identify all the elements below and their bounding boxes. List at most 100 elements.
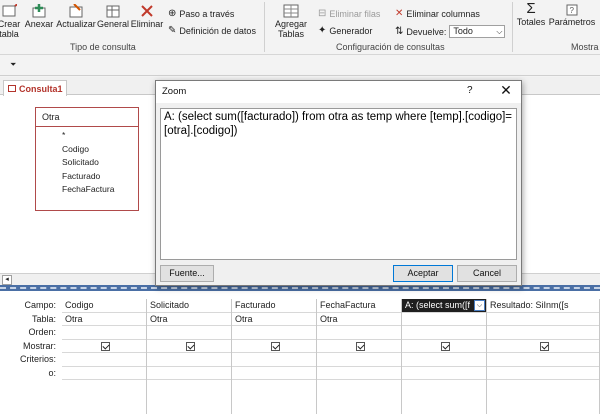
scroll-left-icon[interactable]: ◂ [2, 275, 12, 285]
criterios-cell[interactable] [232, 353, 316, 367]
grid-column: FechaFactura Otra [317, 299, 402, 414]
o-cell[interactable] [317, 367, 401, 380]
mostrar-checkbox[interactable] [356, 341, 365, 351]
general-button[interactable]: General [97, 4, 129, 29]
o-cell[interactable] [402, 367, 486, 380]
criterios-cell[interactable] [62, 353, 146, 367]
definicion-datos-button[interactable]: ✎ Definición de datos [168, 25, 256, 36]
field-list: * Codigo Solicitado Facturado FechaFactu… [36, 127, 138, 197]
campo-cell[interactable]: Resultado: SiInm([s [487, 299, 599, 313]
tab-label: Consulta1 [19, 83, 63, 94]
campo-cell[interactable]: FechaFactura [317, 299, 401, 313]
cancel-button[interactable]: Cancel [457, 265, 517, 282]
field-list-table[interactable]: Otra * Codigo Solicitado Facturado Fecha… [35, 107, 139, 211]
campo-cell[interactable]: Facturado [232, 299, 316, 313]
eliminar-columnas-label: Eliminar columnas [406, 8, 480, 19]
mostrar-checkbox[interactable] [101, 341, 110, 351]
close-icon[interactable]: ✕ [496, 82, 516, 99]
eliminar-label: Eliminar [130, 19, 164, 29]
eliminar-button[interactable]: Eliminar [130, 4, 164, 29]
tabla-cell[interactable]: Otra [62, 313, 146, 326]
mostrar-checkbox[interactable] [186, 341, 195, 351]
generador-button[interactable]: ✦ Generador [318, 25, 372, 36]
orden-cell[interactable] [232, 326, 316, 340]
devuelve-label: Devuelve: [406, 26, 447, 37]
dialog-title: Zoom [162, 86, 187, 97]
crear-tabla-button[interactable]: Crear tabla [0, 4, 22, 39]
criterios-cell[interactable] [402, 353, 486, 367]
design-grid-area: Campo: Tabla: Orden: Mostrar: Criterios:… [0, 291, 600, 414]
customize-dropdown-icon[interactable]: ⏷ [10, 60, 16, 70]
field-item[interactable]: FechaFactura [62, 183, 138, 197]
svg-text:?: ? [570, 6, 575, 15]
tabla-cell[interactable] [402, 313, 486, 326]
paso-a-traves-button[interactable]: ⊕ Paso a través [168, 8, 234, 19]
campo-cell-selected[interactable]: A: (select sum([f ⌵ [402, 299, 486, 313]
crear-tabla-label: Crear tabla [0, 19, 21, 39]
sigma-icon: Σ [526, 0, 536, 17]
zoom-textarea[interactable]: A: (select sum([facturado]) from otra as… [160, 108, 517, 260]
delete-columns-icon: ✕ [395, 8, 404, 19]
return-icon: ⇅ [395, 26, 404, 37]
chevron-down-icon[interactable]: ⌵ [474, 300, 485, 311]
totales-button[interactable]: Σ Totales [516, 0, 546, 27]
eliminar-columnas-button[interactable]: ✕ Eliminar columnas [395, 8, 480, 19]
update-icon [69, 4, 83, 18]
orden-cell[interactable] [317, 326, 401, 340]
mostrar-checkbox[interactable] [271, 341, 280, 351]
field-item[interactable]: * [62, 129, 138, 143]
grid-column: Codigo Otra [62, 299, 147, 414]
tabla-cell[interactable] [487, 313, 599, 326]
orden-cell[interactable] [62, 326, 146, 340]
criterios-cell[interactable] [317, 353, 401, 367]
actualizar-button[interactable]: Actualizar [56, 4, 96, 29]
orden-cell[interactable] [147, 326, 231, 340]
orden-cell[interactable] [487, 326, 599, 340]
o-cell[interactable] [487, 367, 599, 380]
field-item[interactable]: Facturado [62, 170, 138, 184]
campo-cell[interactable]: Codigo [62, 299, 146, 313]
tab-consulta1[interactable]: Consulta1 [3, 80, 67, 96]
globe-icon: ⊕ [168, 8, 177, 19]
mostrar-checkbox[interactable] [441, 341, 450, 351]
row-label-criterios: Criterios: [19, 354, 56, 364]
criterios-cell[interactable] [487, 353, 599, 367]
dialog-titlebar[interactable]: Zoom ? ✕ [156, 81, 521, 103]
tabla-cell[interactable]: Otra [317, 313, 401, 326]
ribbon-separator [264, 2, 265, 52]
agregar-tablas-button[interactable]: Agregar Tablas [270, 4, 312, 39]
table-title[interactable]: Otra [36, 108, 138, 127]
devuelve-select[interactable]: Todo ⌵ [449, 25, 506, 38]
help-icon[interactable]: ? [467, 85, 473, 96]
field-item[interactable]: Solicitado [62, 156, 138, 170]
chevron-down-icon: ⌵ [496, 27, 503, 36]
campo-cell[interactable]: Solicitado [147, 299, 231, 313]
orden-cell[interactable] [402, 326, 486, 340]
eliminar-filas-button[interactable]: ⊟ Eliminar filas [318, 8, 380, 19]
row-label-mostrar: Mostrar: [22, 340, 56, 351]
mostrar-cell [232, 340, 316, 353]
o-cell[interactable] [147, 367, 231, 380]
group-mostrar: Mostra [571, 42, 599, 52]
grid-column: Resultado: SiInm([s [487, 299, 600, 414]
campo-text: A: (select sum([f [405, 300, 471, 310]
builder-wand-icon: ✦ [318, 25, 327, 36]
ok-button[interactable]: Aceptar [393, 265, 453, 282]
font-button[interactable]: Fuente... [160, 265, 214, 282]
eliminar-filas-label: Eliminar filas [329, 8, 381, 19]
tabla-cell[interactable]: Otra [147, 313, 231, 326]
delete-query-icon [141, 5, 153, 17]
parametros-button[interactable]: ? Parámetros [548, 4, 596, 27]
criterios-cell[interactable] [147, 353, 231, 367]
anexar-button[interactable]: Anexar [24, 4, 54, 29]
mostrar-checkbox[interactable] [540, 341, 549, 351]
field-item[interactable]: Codigo [62, 143, 138, 157]
o-cell[interactable] [62, 367, 146, 380]
zoom-dialog: Zoom ? ✕ A: (select sum([facturado]) fro… [155, 80, 522, 286]
o-cell[interactable] [232, 367, 316, 380]
totales-label: Totales [516, 17, 546, 27]
query-icon [8, 85, 16, 92]
tabla-cell[interactable]: Otra [232, 313, 316, 326]
devuelve-control: ⇅ Devuelve: Todo ⌵ [395, 25, 506, 38]
definicion-datos-label: Definición de datos [179, 25, 256, 36]
